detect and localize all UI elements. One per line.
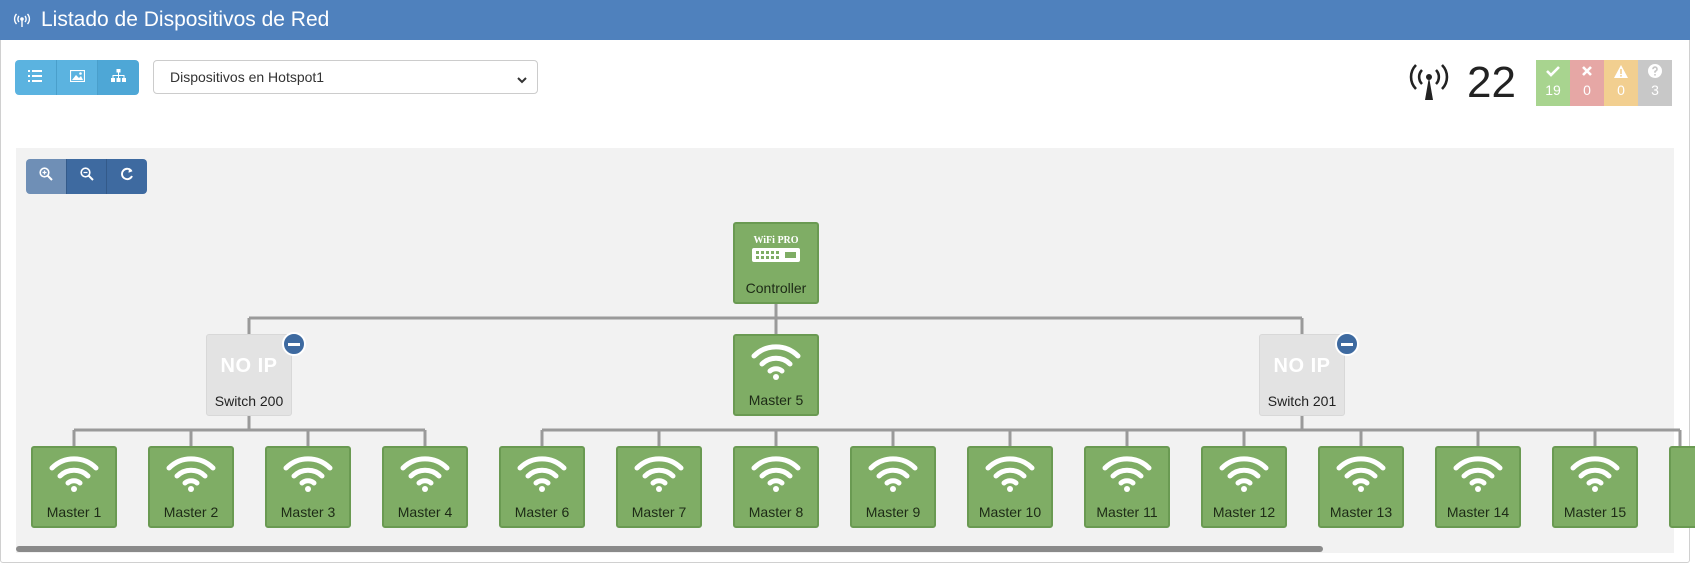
node-label: Master 12 xyxy=(1212,504,1276,520)
node-partial-offscreen[interactable] xyxy=(1669,446,1695,528)
zoom-controls xyxy=(26,159,147,194)
svg-text:WiFi PRO: WiFi PRO xyxy=(753,235,798,246)
node-label: Master 11 xyxy=(1096,504,1158,520)
wifi-icon xyxy=(1437,456,1519,492)
no-ip-badge: NO IP xyxy=(220,355,278,377)
wifi-icon xyxy=(150,456,232,492)
collapse-icon[interactable] xyxy=(1335,332,1359,356)
wifi-icon xyxy=(852,456,934,492)
reset-icon xyxy=(120,167,134,186)
horizontal-scrollbar[interactable] xyxy=(16,546,1323,552)
zoom-out-button[interactable] xyxy=(66,159,108,194)
wifi-icon xyxy=(501,456,583,492)
node-label: Master 8 xyxy=(748,504,804,520)
zoom-out-icon xyxy=(79,167,94,186)
node-master-10[interactable]: Master 10 xyxy=(967,446,1053,528)
node-master-13[interactable]: Master 13 xyxy=(1318,446,1404,528)
wifi-icon xyxy=(1320,456,1402,492)
node-label: Master 6 xyxy=(514,504,570,520)
collapse-bar xyxy=(288,342,300,346)
node-label: Master 4 xyxy=(397,504,453,520)
node-master-1[interactable]: Master 1 xyxy=(31,446,117,528)
node-label: Master 9 xyxy=(865,504,921,520)
node-label: Switch 201 xyxy=(1267,393,1337,409)
node-label: Master 15 xyxy=(1563,504,1627,520)
node-controller[interactable]: WiFi PRO Controller xyxy=(733,222,819,304)
wifi-icon xyxy=(1203,456,1285,492)
router-icon: WiFi PRO xyxy=(735,232,817,266)
wifi-icon xyxy=(384,456,466,492)
node-label: Switch 200 xyxy=(214,393,284,409)
node-label: Master 13 xyxy=(1329,504,1393,520)
app: Listado de Dispositivos de Red Dispositi… xyxy=(0,0,1695,566)
node-master-12[interactable]: Master 12 xyxy=(1201,446,1287,528)
wifi-icon xyxy=(33,456,115,492)
node-master-3[interactable]: Master 3 xyxy=(265,446,351,528)
node-master-8[interactable]: Master 8 xyxy=(733,446,819,528)
node-master-6[interactable]: Master 6 xyxy=(499,446,585,528)
no-ip-indicator: NO IP xyxy=(207,343,291,378)
node-label: Master 3 xyxy=(280,504,336,520)
node-label: Master 14 xyxy=(1446,504,1510,520)
node-label: Master 10 xyxy=(978,504,1042,520)
wifi-icon xyxy=(267,456,349,492)
wifi-icon xyxy=(969,456,1051,492)
no-ip-badge: NO IP xyxy=(1273,355,1331,377)
reset-zoom-button[interactable] xyxy=(107,159,147,194)
zoom-in-button[interactable] xyxy=(26,159,67,194)
node-master-2[interactable]: Master 2 xyxy=(148,446,234,528)
node-label: Master 2 xyxy=(163,504,219,520)
node-label: Master 1 xyxy=(46,504,102,520)
wifi-icon xyxy=(1086,456,1168,492)
node-master-9[interactable]: Master 9 xyxy=(850,446,936,528)
wifi-icon xyxy=(1554,456,1636,492)
no-ip-indicator: NO IP xyxy=(1260,343,1344,378)
collapse-icon[interactable] xyxy=(282,332,306,356)
node-master-5[interactable]: Master 5 xyxy=(733,334,819,416)
node-label: Controller xyxy=(745,280,807,296)
node-master-7[interactable]: Master 7 xyxy=(616,446,702,528)
node-master-11[interactable]: Master 11 xyxy=(1084,446,1170,528)
wifi-icon xyxy=(735,344,817,380)
collapse-bar xyxy=(1341,342,1353,346)
node-switch-200[interactable]: NO IP Switch 200 xyxy=(206,334,292,416)
node-master-4[interactable]: Master 4 xyxy=(382,446,468,528)
node-label: Master 5 xyxy=(748,392,804,408)
node-master-15[interactable]: Master 15 xyxy=(1552,446,1638,528)
node-label: Master 7 xyxy=(631,504,687,520)
zoom-in-icon xyxy=(39,167,53,186)
wifi-icon xyxy=(735,456,817,492)
node-master-14[interactable]: Master 14 xyxy=(1435,446,1521,528)
node-switch-201[interactable]: NO IP Switch 201 xyxy=(1259,334,1345,416)
wifi-icon xyxy=(618,456,700,492)
